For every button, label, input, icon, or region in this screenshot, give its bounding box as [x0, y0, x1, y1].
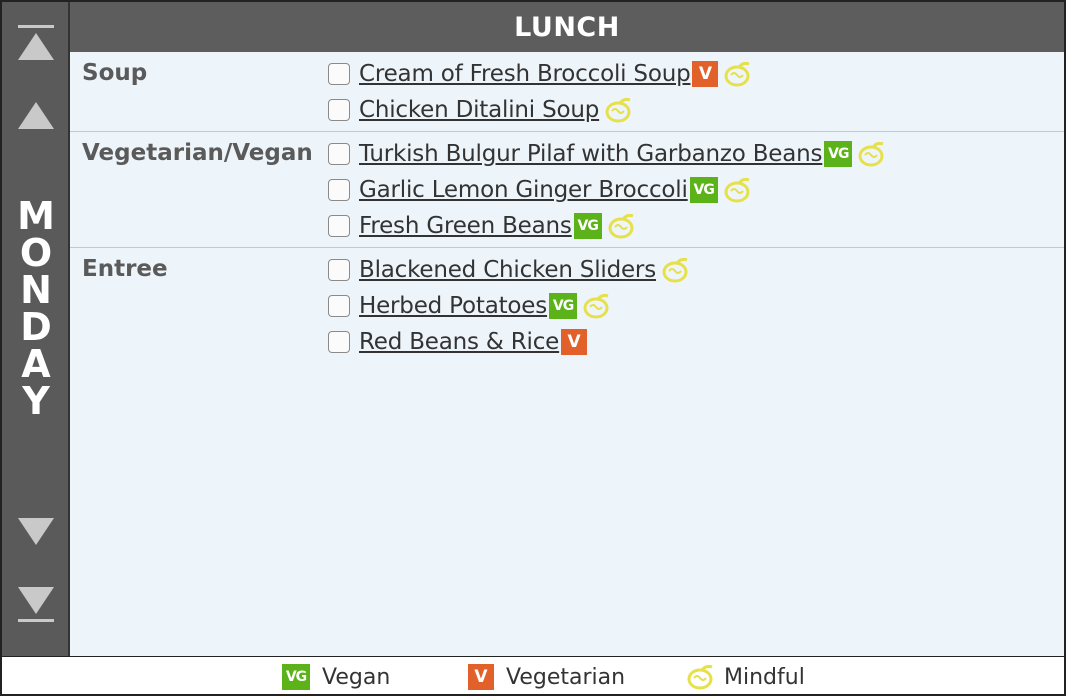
- menu-item: Turkish Bulgur Pilaf with Garbanzo Beans…: [328, 136, 1064, 172]
- item-checkbox[interactable]: [328, 215, 350, 237]
- menu-section-entree: Entree Blackened Chicken Sliders Herbed …: [70, 248, 1064, 366]
- day-letter: O: [19, 231, 53, 275]
- item-link[interactable]: Blackened Chicken Sliders: [359, 257, 656, 283]
- item-checkbox[interactable]: [328, 179, 350, 201]
- day-sidebar: M O N D A Y: [2, 2, 70, 656]
- skip-down-icon: [18, 587, 54, 622]
- vegan-badge: VG: [689, 177, 718, 203]
- item-link[interactable]: Chicken Ditalini Soup: [359, 97, 599, 123]
- menu-section-vegetarian: Vegetarian/Vegan Turkish Bulgur Pilaf wi…: [70, 132, 1064, 248]
- menu-item: Herbed Potatoes VG: [328, 288, 1064, 324]
- day-letter: M: [17, 194, 55, 238]
- mindful-icon: [662, 257, 688, 283]
- legend-label: Vegan: [322, 664, 391, 690]
- day-letter: A: [21, 342, 51, 386]
- day-letter: N: [20, 268, 52, 312]
- mindful-icon: [724, 61, 750, 87]
- dietary-legend: VG Vegan V Vegetarian Mindful: [0, 656, 1066, 696]
- menu-item: Garlic Lemon Ginger Broccoli VG: [328, 172, 1064, 208]
- mindful-icon: [608, 213, 634, 239]
- item-link[interactable]: Turkish Bulgur Pilaf with Garbanzo Beans: [359, 141, 823, 167]
- day-letter: Y: [22, 379, 50, 423]
- menu-item: Chicken Ditalini Soup: [328, 92, 1064, 128]
- mindful-icon: [858, 141, 884, 167]
- mindful-icon: [687, 664, 713, 690]
- item-checkbox[interactable]: [328, 143, 350, 165]
- vegetarian-badge: V: [561, 329, 588, 355]
- item-checkbox[interactable]: [328, 295, 350, 317]
- item-link[interactable]: Red Beans & Rice: [359, 329, 559, 355]
- legend-vegetarian: V Vegetarian: [468, 664, 625, 690]
- next-day-button[interactable]: [16, 512, 56, 552]
- menu-content: Soup Cream of Fresh Broccoli Soup V Chic…: [70, 52, 1064, 366]
- legend-label: Mindful: [724, 664, 805, 690]
- item-checkbox[interactable]: [328, 63, 350, 85]
- legend-vegan: VG Vegan: [282, 664, 390, 690]
- item-checkbox[interactable]: [328, 99, 350, 121]
- last-day-button[interactable]: [16, 582, 56, 622]
- vegan-badge: VG: [824, 141, 853, 167]
- menu-item: Red Beans & Rice V: [328, 324, 1064, 360]
- vegan-badge: VG: [549, 293, 578, 319]
- vegetarian-badge: V: [468, 664, 494, 690]
- item-link[interactable]: Herbed Potatoes: [359, 293, 547, 319]
- down-arrow-icon: [18, 518, 54, 545]
- category-label: Entree: [82, 256, 168, 282]
- menu-section-soup: Soup Cream of Fresh Broccoli Soup V Chic…: [70, 52, 1064, 132]
- vegetarian-badge: V: [692, 61, 719, 87]
- item-link[interactable]: Cream of Fresh Broccoli Soup: [359, 61, 691, 87]
- legend-mindful: Mindful: [686, 664, 805, 690]
- item-checkbox[interactable]: [328, 331, 350, 353]
- menu-item: Blackened Chicken Sliders: [328, 252, 1064, 288]
- mindful-icon: [583, 293, 609, 319]
- menu-item: Cream of Fresh Broccoli Soup V: [328, 56, 1064, 92]
- item-link[interactable]: Fresh Green Beans: [359, 213, 572, 239]
- menu-item: Fresh Green Beans VG: [328, 208, 1064, 244]
- mindful-icon: [724, 177, 750, 203]
- item-link[interactable]: Garlic Lemon Ginger Broccoli: [359, 177, 688, 203]
- mindful-icon: [605, 97, 631, 123]
- menu-frame: M O N D A Y LUNCH Soup Cream of Fresh Br…: [0, 0, 1066, 656]
- category-label: Soup: [82, 60, 148, 86]
- day-name: M O N D A Y: [2, 194, 70, 423]
- first-day-button[interactable]: [16, 24, 56, 64]
- vegan-badge: VG: [573, 213, 602, 239]
- skip-up-icon: [18, 25, 54, 60]
- item-checkbox[interactable]: [328, 259, 350, 281]
- meal-header: LUNCH: [70, 2, 1064, 52]
- category-label: Vegetarian/Vegan: [82, 140, 313, 166]
- up-arrow-icon: [18, 102, 54, 129]
- previous-day-button[interactable]: [16, 95, 56, 135]
- day-letter: D: [20, 305, 52, 349]
- legend-label: Vegetarian: [506, 664, 626, 690]
- vegan-badge: VG: [282, 664, 310, 690]
